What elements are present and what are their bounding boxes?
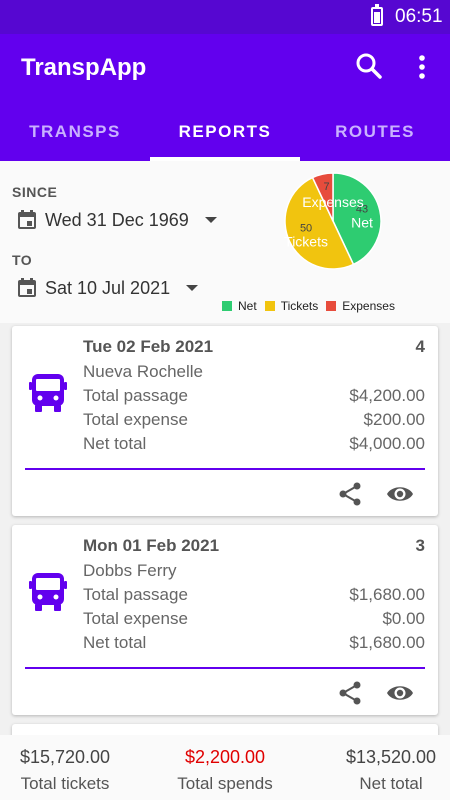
more-options-button[interactable] xyxy=(408,48,436,84)
legend-swatch-tickets xyxy=(264,301,275,311)
total-spends-label: Total spends xyxy=(177,774,273,793)
to-date-value: Sat 10 Jul 2021 xyxy=(45,277,171,298)
bus-icon xyxy=(29,374,67,412)
legend-item-net: Net xyxy=(222,299,257,313)
battery-icon xyxy=(371,4,383,26)
tab-transps[interactable]: TRANSPS xyxy=(0,102,150,161)
app-title: TranspApp xyxy=(21,54,147,81)
card-row-net-total: Net total $1,680.00 xyxy=(83,633,425,653)
card-row-net-total: Net total $4,000.00 xyxy=(83,434,425,454)
since-date-picker[interactable]: Wed 31 Dec 1969 xyxy=(16,209,217,231)
row-value: $1,680.00 xyxy=(349,585,425,604)
tab-bar: TRANSPS REPORTS ROUTES xyxy=(0,102,450,161)
card-route: Nueva Rochelle xyxy=(83,362,204,381)
dropdown-caret-icon xyxy=(186,285,199,291)
card-route: Dobbs Ferry xyxy=(83,561,177,580)
report-pie-chart: 43Net50Tickets7Expenses xyxy=(284,172,382,270)
card-date: Tue 02 Feb 2021 xyxy=(83,337,214,356)
search-icon xyxy=(356,53,382,79)
bus-icon xyxy=(29,573,67,611)
row-label: Net total xyxy=(83,633,147,652)
share-icon[interactable] xyxy=(337,680,363,706)
card-row-total-passage: Total passage $1,680.00 xyxy=(83,585,425,605)
calendar-icon xyxy=(18,210,36,229)
net-total: $13,520.00 Net total xyxy=(332,735,450,794)
total-tickets: $15,720.00 Total tickets xyxy=(0,735,130,794)
row-label: Net total xyxy=(83,434,147,453)
card-date: Mon 01 Feb 2021 xyxy=(83,536,220,555)
legend-swatch-expenses xyxy=(326,301,337,311)
search-button[interactable] xyxy=(351,48,387,84)
to-date-picker[interactable]: Sat 10 Jul 2021 xyxy=(16,277,199,299)
card-row-total-passage: Total passage $4,200.00 xyxy=(83,386,425,406)
card-divider xyxy=(25,468,425,470)
total-tickets-label: Total tickets xyxy=(20,774,110,793)
row-label: Total passage xyxy=(83,386,188,405)
net-total-value: $13,520.00 xyxy=(345,747,437,767)
since-date-value: Wed 31 Dec 1969 xyxy=(45,209,189,230)
pie-legend: Net Tickets Expenses xyxy=(222,299,403,313)
pie-name-label: Net xyxy=(351,215,373,231)
net-total-label: Net total xyxy=(359,774,423,793)
dropdown-caret-icon xyxy=(204,217,217,223)
legend-label-net: Net xyxy=(238,299,257,313)
row-value: $4,200.00 xyxy=(349,386,425,405)
card-row-total-expense: Total expense $0.00 xyxy=(83,609,425,629)
total-tickets-value: $15,720.00 xyxy=(19,747,111,767)
row-value: $4,000.00 xyxy=(349,434,425,453)
share-icon[interactable] xyxy=(337,481,363,507)
card-divider xyxy=(25,667,425,669)
report-card[interactable]: Tue 02 Feb 2021 4 Nueva Rochelle Total p… xyxy=(12,326,438,516)
legend-swatch-net xyxy=(222,301,232,311)
report-card[interactable]: Mon 01 Feb 2021 3 Dobbs Ferry Total pass… xyxy=(12,525,438,715)
pie-name-label: Tickets xyxy=(284,234,328,250)
totals-bar: $15,720.00 Total tickets $2,200.00 Total… xyxy=(0,735,450,800)
more-vert-icon xyxy=(419,55,425,79)
legend-label-tickets: Tickets xyxy=(280,299,319,313)
card-trip-count: 4 xyxy=(415,337,425,356)
calendar-icon xyxy=(18,278,36,297)
total-spends: $2,200.00 Total spends xyxy=(165,735,285,794)
row-label: Total passage xyxy=(83,585,188,604)
tab-reports[interactable]: REPORTS xyxy=(150,102,300,161)
app-bar: TranspApp xyxy=(0,34,450,102)
card-trip-count: 3 xyxy=(415,536,425,555)
row-value: $200.00 xyxy=(363,410,425,429)
legend-label-expenses: Expenses xyxy=(342,299,395,313)
tab-routes[interactable]: ROUTES xyxy=(300,102,450,161)
pie-name-label: Expenses xyxy=(302,194,363,210)
view-icon[interactable] xyxy=(386,679,414,707)
view-icon[interactable] xyxy=(386,480,414,508)
card-row-total-expense: Total expense $200.00 xyxy=(83,410,425,430)
legend-item-tickets: Tickets xyxy=(264,299,319,313)
status-time: 06:51 xyxy=(395,6,443,27)
row-label: Total expense xyxy=(83,609,188,628)
row-value: $0.00 xyxy=(382,609,425,628)
row-label: Total expense xyxy=(83,410,188,429)
since-label: SINCE xyxy=(12,184,58,200)
to-label: TO xyxy=(12,252,33,268)
legend-item-expenses: Expenses xyxy=(326,299,395,313)
total-spends-value: $2,200.00 xyxy=(184,747,266,767)
pie-value-label: 7 xyxy=(323,181,329,193)
status-bar: 06:51 xyxy=(0,0,450,34)
row-value: $1,680.00 xyxy=(349,633,425,652)
